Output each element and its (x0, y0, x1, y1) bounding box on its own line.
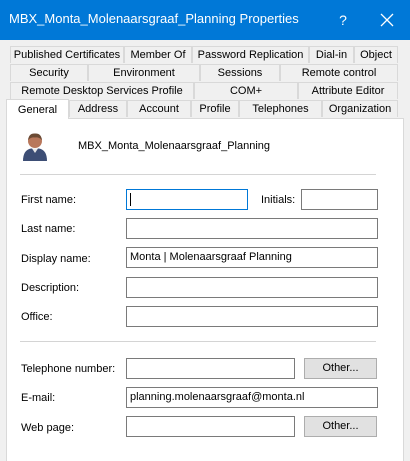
tab-com-plus[interactable]: COM+ (194, 82, 298, 99)
email-field[interactable]: planning.molenaarsgraaf@monta.nl (126, 387, 378, 408)
close-button[interactable] (364, 0, 410, 40)
tab-published-certificates[interactable]: Published Certificates (10, 46, 124, 63)
object-name: MBX_Monta_Molenaarsgraaf_Planning (78, 140, 271, 152)
web-page-label: Web page: (21, 422, 75, 434)
close-icon (380, 13, 394, 27)
first-name-label: First name: (21, 194, 77, 206)
office-field[interactable] (126, 306, 378, 327)
tab-security[interactable]: Security (10, 64, 88, 81)
tab-profile[interactable]: Profile (191, 100, 239, 117)
tab-remote-control[interactable]: Remote control (280, 64, 398, 81)
tab-environment[interactable]: Environment (88, 64, 200, 81)
last-name-field[interactable] (126, 218, 378, 239)
tab-organization[interactable]: Organization (322, 100, 398, 117)
user-icon (21, 131, 49, 161)
tab-sessions[interactable]: Sessions (200, 64, 280, 81)
display-name-label: Display name: (21, 253, 91, 265)
description-label: Description: (21, 282, 80, 294)
display-name-field[interactable]: Monta | Molenaarsgraaf Planning (126, 247, 378, 268)
initials-field[interactable] (301, 189, 378, 210)
tab-dial-in[interactable]: Dial-in (309, 46, 354, 63)
help-button[interactable]: ? (328, 0, 358, 40)
description-field[interactable] (126, 277, 378, 298)
separator-bottom (20, 341, 376, 342)
initials-label: Initials: (261, 194, 296, 206)
text-caret (130, 193, 131, 206)
tab-telephones[interactable]: Telephones (239, 100, 322, 117)
web-page-field[interactable] (126, 416, 295, 437)
telephone-other-button[interactable]: Other... (304, 358, 377, 379)
first-name-field[interactable] (126, 189, 248, 210)
telephone-number-label: Telephone number: (21, 363, 116, 375)
tab-address[interactable]: Address (69, 100, 127, 117)
tab-attribute-editor[interactable]: Attribute Editor (298, 82, 398, 99)
tab-account[interactable]: Account (127, 100, 191, 117)
title-bar[interactable]: MBX_Monta_Molenaarsgraaf_Planning Proper… (0, 0, 410, 40)
tab-member-of[interactable]: Member Of (124, 46, 192, 63)
tab-general[interactable]: General (6, 99, 69, 119)
window-title: MBX_Monta_Molenaarsgraaf_Planning Proper… (9, 11, 299, 26)
web-page-other-button[interactable]: Other... (304, 416, 377, 437)
last-name-label: Last name: (21, 223, 76, 235)
office-label: Office: (21, 311, 53, 323)
email-label: E-mail: (21, 392, 56, 404)
tab-object[interactable]: Object (354, 46, 398, 63)
telephone-number-field[interactable] (126, 358, 295, 379)
tab-remote-desktop-services-profile[interactable]: Remote Desktop Services Profile (10, 82, 194, 99)
separator-top (20, 174, 376, 175)
properties-dialog: MBX_Monta_Molenaarsgraaf_Planning Proper… (0, 0, 410, 461)
tab-password-replication[interactable]: Password Replication (192, 46, 309, 63)
